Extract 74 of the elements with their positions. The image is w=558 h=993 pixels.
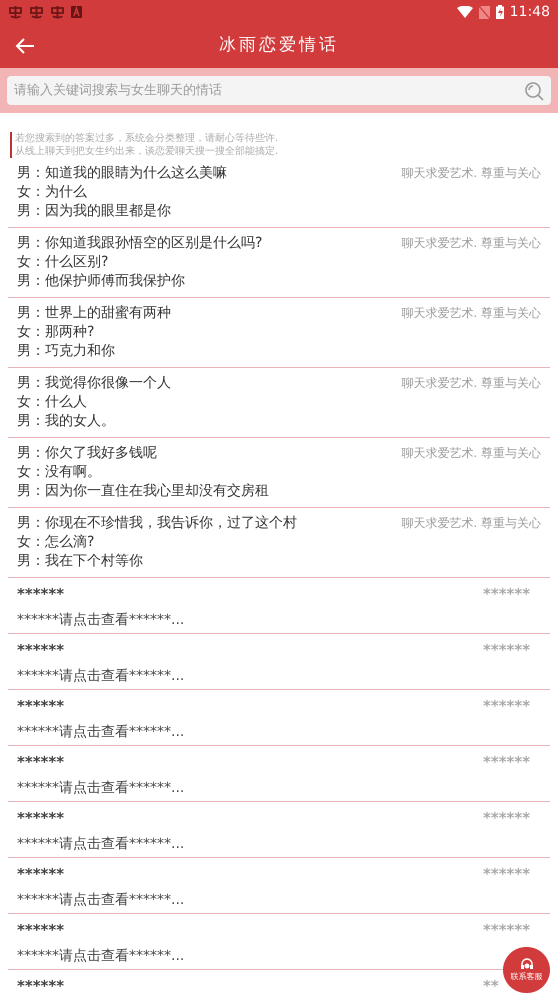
wifi-icon: [456, 6, 473, 18]
headset-icon: [520, 958, 534, 972]
item-tag: ******: [483, 920, 530, 940]
item-tag: 聊天求爱艺术. 尊重与关心: [401, 164, 541, 221]
item-title: ******: [17, 920, 64, 940]
status-time: 11:48: [510, 2, 550, 22]
item-title: ******: [17, 976, 64, 993]
item-tag: 聊天求爱艺术. 尊重与关心: [401, 444, 541, 501]
item-tag: 聊天求爱艺术. 尊重与关心: [401, 374, 541, 431]
notice-line: 从线上聊天到把女生约出来，谈恋爱聊天搜一搜全部能搞定.: [15, 145, 280, 158]
locked-item[interactable]: ****** ****** ******请点击查看******...: [8, 802, 550, 858]
item-title: ******: [17, 808, 64, 828]
dialogue-line: 女：为什么: [17, 183, 88, 202]
app-notification-icon: [29, 5, 44, 19]
item-tag: 聊天求爱艺术. 尊重与关心: [401, 514, 541, 571]
dialogue-item[interactable]: 男：世界上的甜蜜有两种 女：那两种? 男：巧克力和你 聊天求爱艺术. 尊重与关心: [8, 298, 550, 368]
item-title: ******: [17, 696, 64, 716]
item-preview: ******请点击查看******...: [17, 611, 184, 630]
dialogue-line: 男：你知道我跟孙悟空的区别是什么吗?: [17, 234, 262, 253]
dialogue-item[interactable]: 男：你欠了我好多钱呢 女：没有啊。 男：因为你一直住在我心里却没有交房租 聊天求爱艺术. 尊重与关心: [8, 438, 550, 508]
item-tag: ******: [483, 696, 530, 716]
item-tag: 聊天求爱艺术. 尊重与关心: [401, 304, 541, 361]
dialogue-line: 女：那两种?: [17, 323, 96, 342]
dialogue-item[interactable]: 男：你现在不珍惜我，我告诉你，过了这个村 女：怎么滴? 男：我在下个村等你 聊天求爱艺术. 尊重与关心: [8, 508, 550, 578]
item-tag: ******: [483, 808, 530, 828]
item-tag: ******: [483, 752, 530, 772]
locked-item[interactable]: ****** ****** ******请点击查看******...: [8, 578, 550, 634]
item-tag: **: [483, 976, 499, 993]
dialogue-line: 男：我在下个村等你: [17, 552, 144, 571]
dialogue-line: 女：怎么滴?: [17, 533, 96, 552]
app-notification-icon: [8, 5, 23, 19]
item-preview: ******请点击查看******...: [17, 891, 184, 910]
item-preview: ******请点击查看******...: [17, 667, 184, 686]
no-sim-icon: [478, 6, 490, 18]
item-title: ******: [17, 640, 64, 660]
dialogue-line: 男：你欠了我好多钱呢: [17, 444, 158, 463]
battery-icon: [496, 5, 504, 19]
item-title: ******: [17, 752, 64, 772]
item-preview: ******请点击查看******...: [17, 947, 184, 966]
dialogue-item[interactable]: 男：我觉得你很像一个人 女：什么人 男：我的女人。 聊天求爱艺术. 尊重与关心: [8, 368, 550, 438]
item-preview: ******请点击查看******...: [17, 723, 184, 742]
search-icon[interactable]: [524, 80, 544, 100]
item-title: ******: [17, 584, 64, 604]
item-preview: ******请点击查看******...: [17, 779, 184, 798]
dialogue-line: 男：我的女人。: [17, 412, 116, 431]
dialogue-line: 女：没有啊。: [17, 463, 102, 482]
dialogue-line: 女：什么区别?: [17, 253, 110, 272]
dialogue-line: 男：他保护师傅而我保护你: [17, 272, 186, 291]
search-field[interactable]: 请输入关键词搜索与女生聊天的情话: [7, 76, 551, 105]
dialogue-line: 女：什么人: [17, 393, 88, 412]
page-title: 冰雨恋爱情话: [219, 34, 339, 58]
item-tag: ******: [483, 864, 530, 884]
locked-item[interactable]: ****** ****** ******请点击查看******...: [8, 634, 550, 690]
item-title: ******: [17, 864, 64, 884]
dialogue-item[interactable]: 男：知道我的眼睛为什么这么美嘛 女：为什么 男：因为我的眼里都是你 聊天求爱艺术. 尊重与关心: [8, 158, 550, 228]
item-tag: ******: [483, 584, 530, 604]
item-preview: ******请点击查看******...: [17, 835, 184, 854]
locked-item[interactable]: ****** ****** ******请点击查看******...: [8, 690, 550, 746]
item-tag: ******: [483, 640, 530, 660]
dialogue-line: 男：我觉得你很像一个人: [17, 374, 171, 393]
locked-item[interactable]: ****** ****** ******请点击查看******...: [8, 858, 550, 914]
dialogue-line: 男：你现在不珍惜我，我告诉你，过了这个村: [17, 514, 297, 533]
dialogue-line: 男：知道我的眼睛为什么这么美嘛: [17, 164, 227, 183]
customer-service-button[interactable]: 联系客服: [503, 947, 550, 993]
notice-line: 若您搜索到的答案过多，系统会分类整理，请耐心等待些许.: [15, 132, 280, 145]
dialogue-line: 男：世界上的甜蜜有两种: [17, 304, 171, 323]
item-tag: 聊天求爱艺术. 尊重与关心: [401, 234, 541, 291]
dialogue-line: 男：因为我的眼里都是你: [17, 202, 172, 221]
dialogue-line: 男：巧克力和你: [17, 342, 116, 361]
dialogue-item[interactable]: 男：你知道我跟孙悟空的区别是什么吗? 女：什么区别? 男：他保护师傅而我保护你 聊天求爱艺术. 尊重与关心: [8, 228, 550, 298]
app-notification-icon: [50, 5, 65, 19]
notification-icon: [71, 6, 82, 18]
dialogue-line: 男：因为你一直住在我心里却没有交房租: [17, 482, 269, 501]
locked-item[interactable]: ****** ****** ******请点击查看******...: [8, 746, 550, 802]
